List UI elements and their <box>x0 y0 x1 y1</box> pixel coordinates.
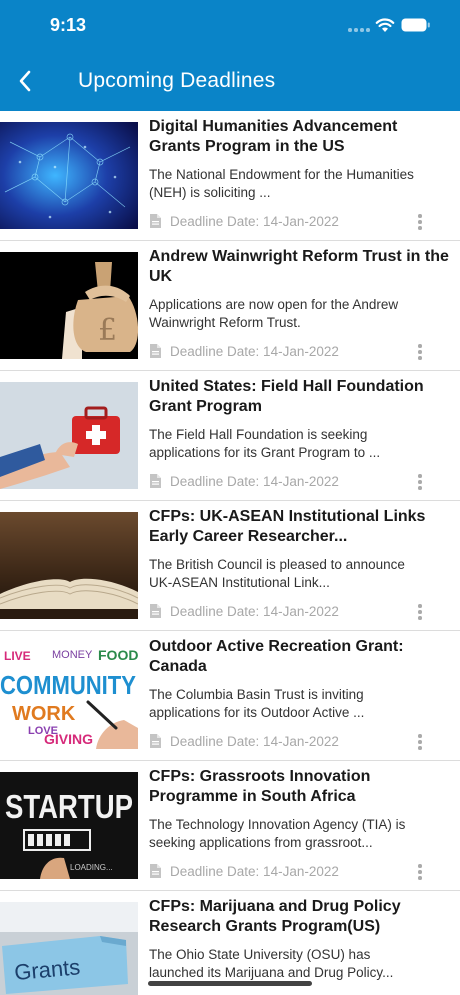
more-options-button[interactable] <box>410 862 430 882</box>
page-title: Upcoming Deadlines <box>78 69 276 92</box>
grant-card[interactable]: £ Andrew Wainwright Reform Trust in the … <box>0 241 460 371</box>
thumbnail-text: GIVING <box>44 731 93 747</box>
deadline-text: Deadline Date: 14-Jan-2022 <box>170 603 339 619</box>
grant-thumbnail: £ <box>0 252 138 359</box>
deadline-list[interactable]: Digital Humanities Advancement Grants Pr… <box>0 111 460 995</box>
thumbnail-text: £ <box>98 313 117 348</box>
grant-title[interactable]: United States: Field Hall Foundation Gra… <box>149 377 449 417</box>
deadline-row: Deadline Date: 14-Jan-2022 <box>149 732 339 750</box>
grant-title[interactable]: Andrew Wainwright Reform Trust in the UK <box>149 247 449 287</box>
thumbnail-text: STARTUP <box>5 788 133 825</box>
grant-description: The Field Hall Foundation is seeking app… <box>149 427 381 460</box>
grant-thumbnail: STARTUP LOADING... <box>0 772 138 879</box>
more-options-button[interactable] <box>410 212 430 232</box>
grant-description: The Technology Innovation Agency (TIA) i… <box>149 817 406 850</box>
grant-title[interactable]: Digital Humanities Advancement Grants Pr… <box>149 117 449 157</box>
deadline-row: Deadline Date: 14-Jan-2022 <box>149 862 339 880</box>
document-icon <box>150 604 161 618</box>
app-header: 9:13 Upcoming Deadlines <box>0 0 460 111</box>
grant-title[interactable]: Outdoor Active Recreation Grant: Canada <box>149 637 449 677</box>
grant-description: The Ohio State University (OSU) has laun… <box>149 947 394 980</box>
back-button[interactable] <box>10 62 40 100</box>
screen: 9:13 Upcoming Deadlines Digital Humaniti… <box>0 0 460 995</box>
status-bar: 9:13 <box>0 0 460 52</box>
thumbnail-text: MONEY <box>52 649 93 661</box>
grant-card[interactable]: Grants CFPs: Marijuana and Drug Policy R… <box>0 891 460 995</box>
deadline-text: Deadline Date: 14-Jan-2022 <box>170 343 339 359</box>
grant-description: The Columbia Basin Trust is inviting app… <box>149 687 365 720</box>
status-time: 9:13 <box>50 15 87 35</box>
grant-thumbnail: Grants <box>0 902 138 995</box>
grant-thumbnail <box>0 512 138 619</box>
document-icon <box>150 474 161 488</box>
thumbnail-text: LIVE <box>4 649 31 663</box>
navigation-bar: Upcoming Deadlines <box>0 52 460 111</box>
chevron-left-icon <box>19 70 31 92</box>
grant-card[interactable]: Digital Humanities Advancement Grants Pr… <box>0 111 460 241</box>
deadline-text: Deadline Date: 14-Jan-2022 <box>170 863 339 879</box>
deadline-text: Deadline Date: 14-Jan-2022 <box>170 473 339 489</box>
grant-description: Applications are now open for the Andrew… <box>149 297 399 330</box>
document-icon <box>150 344 161 358</box>
deadline-row: Deadline Date: 14-Jan-2022 <box>149 212 339 230</box>
more-options-button[interactable] <box>410 732 430 752</box>
thumbnail-text: LOADING... <box>70 863 113 872</box>
deadline-row: Deadline Date: 14-Jan-2022 <box>149 602 339 620</box>
thumbnail-text: FOOD <box>98 647 138 663</box>
cellular-signal-icon <box>348 28 370 34</box>
grant-title[interactable]: CFPs: Marijuana and Drug Policy Research… <box>149 897 449 937</box>
more-options-button[interactable] <box>410 472 430 492</box>
deadline-row: Deadline Date: 14-Jan-2022 <box>149 472 339 490</box>
thumbnail-text: COMMUNITY <box>0 670 136 700</box>
grant-card[interactable]: STARTUP LOADING... CFPs: Grassroots Inno… <box>0 761 460 891</box>
grant-title[interactable]: CFPs: Grassroots Innovation Programme in… <box>149 767 449 807</box>
grant-thumbnail <box>0 382 138 489</box>
grant-card[interactable]: LIVE MONEY FOOD COMMUNITY WORK LOVE GIVI… <box>0 631 460 761</box>
grant-card[interactable]: CFPs: UK-ASEAN Institutional Links Early… <box>0 501 460 631</box>
grant-card[interactable]: United States: Field Hall Foundation Gra… <box>0 371 460 501</box>
grant-thumbnail: LIVE MONEY FOOD COMMUNITY WORK LOVE GIVI… <box>0 642 138 749</box>
deadline-text: Deadline Date: 14-Jan-2022 <box>170 213 339 229</box>
battery-icon <box>401 18 431 32</box>
document-icon <box>150 734 161 748</box>
grant-description: The National Endowment for the Humanitie… <box>149 167 414 200</box>
more-options-button[interactable] <box>410 342 430 362</box>
document-icon <box>150 214 161 228</box>
deadline-text: Deadline Date: 14-Jan-2022 <box>170 733 339 749</box>
document-icon <box>150 864 161 878</box>
more-options-button[interactable] <box>410 602 430 622</box>
grant-title[interactable]: CFPs: UK-ASEAN Institutional Links Early… <box>149 507 449 547</box>
grant-thumbnail <box>0 122 138 229</box>
wifi-icon <box>375 17 395 33</box>
thumbnail-text: WORK <box>12 703 76 725</box>
home-indicator <box>148 981 312 986</box>
grant-description: The British Council is pleased to announ… <box>149 557 405 590</box>
deadline-row: Deadline Date: 14-Jan-2022 <box>149 342 339 360</box>
